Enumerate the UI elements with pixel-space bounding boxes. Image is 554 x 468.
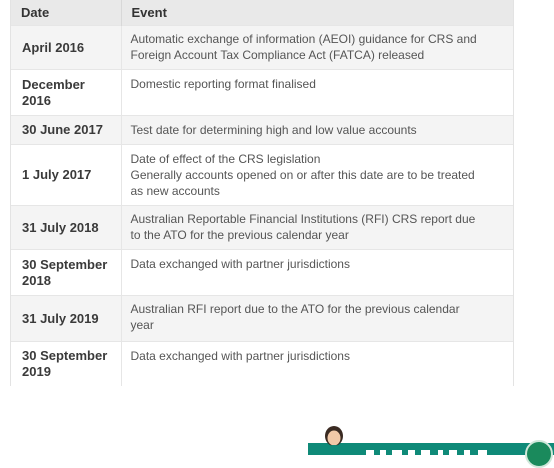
- row-event: Test date for determining high and low v…: [120, 115, 513, 145]
- event-text-line: Australian RFI report due to the ATO for…: [130, 302, 460, 316]
- circle-button-icon[interactable]: [525, 440, 553, 468]
- event-column-header: Event: [120, 0, 513, 26]
- table-body: April 2016 Automatic exchange of informat…: [11, 25, 513, 386]
- row-event: Australian Reportable Financial Institut…: [120, 205, 513, 250]
- table-row: 31 July 2018 Australian Reportable Financ…: [11, 205, 513, 250]
- table-row: April 2016 Automatic exchange of informat…: [11, 25, 513, 70]
- row-event: Date of effect of the CRS legislation Gen…: [120, 144, 513, 206]
- event-text-line: Data exchanged with partner jurisdiction…: [130, 257, 350, 271]
- event-text-line: Generally accounts opened on or after th…: [130, 168, 475, 182]
- support-agent-avatar-icon[interactable]: [320, 425, 348, 455]
- event-text-line: as new accounts: [130, 184, 220, 198]
- event-text-line: Test date for determining high and low v…: [130, 123, 417, 137]
- row-date: December 2016: [11, 69, 121, 116]
- event-text-line: to the ATO for the previous calendar yea…: [130, 228, 349, 242]
- row-event: Data exchanged with partner jurisdiction…: [120, 249, 513, 296]
- row-date: 1 July 2017: [11, 144, 121, 206]
- table-header-row: Date Event: [11, 0, 513, 26]
- table-row: 30 June 2017 Test date for determining hi…: [11, 115, 513, 145]
- table-row: 30 September 2018 Data exchanged with par…: [11, 249, 513, 296]
- event-text-line: Date of effect of the CRS legislation: [130, 152, 321, 166]
- row-event: Australian RFI report due to the ATO for…: [120, 295, 513, 342]
- table-row: 30 September 2019 Data exchanged with par…: [11, 341, 513, 386]
- event-text-line: Foreign Account Tax Compliance Act (FATC…: [130, 48, 425, 62]
- event-text-line: Australian Reportable Financial Institut…: [130, 212, 476, 226]
- row-event: Automatic exchange of information (AEOI)…: [120, 25, 513, 70]
- crs-timeline-table: Date Event April 2016 Automatic exchange …: [11, 0, 513, 386]
- table-row: 1 July 2017 Date of effect of the CRS leg…: [11, 144, 513, 206]
- row-event: Domestic reporting format finalised: [120, 69, 513, 116]
- row-event: Data exchanged with partner jurisdiction…: [120, 341, 513, 386]
- row-date: 31 July 2018: [11, 205, 121, 250]
- row-date: 30 September 2018: [11, 249, 121, 296]
- event-text-line: year: [130, 318, 154, 332]
- table-row: December 2016 Domestic reporting format f…: [11, 69, 513, 116]
- crs-timeline-table-container: Date Event April 2016 Automatic exchange …: [10, 0, 514, 386]
- row-date: 30 June 2017: [11, 115, 121, 145]
- row-date: April 2016: [11, 25, 121, 70]
- event-text-line: Data exchanged with partner jurisdiction…: [130, 349, 350, 363]
- table-row: 31 July 2019 Australian RFI report due to…: [11, 295, 513, 342]
- date-column-header: Date: [11, 0, 121, 26]
- event-text-line: Automatic exchange of information (AEOI)…: [130, 32, 477, 46]
- row-date: 31 July 2019: [11, 295, 121, 342]
- row-date: 30 September 2019: [11, 341, 121, 386]
- event-text-line: Domestic reporting format finalised: [130, 77, 316, 91]
